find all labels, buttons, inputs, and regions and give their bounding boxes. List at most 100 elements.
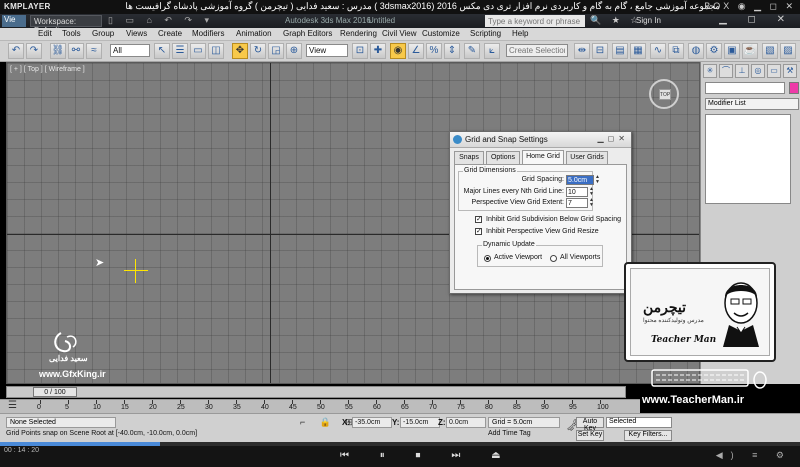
layer-icon[interactable]: ▤ bbox=[612, 43, 628, 59]
select-rotate-icon[interactable]: ↻ bbox=[250, 43, 266, 59]
menu-edit[interactable]: Edit bbox=[38, 29, 52, 38]
create-tab-icon[interactable]: ✳ bbox=[703, 64, 717, 78]
major-lines-field[interactable] bbox=[566, 187, 588, 197]
select-by-name-icon[interactable]: ☰ bbox=[172, 43, 188, 59]
undo-icon[interactable]: ↶ bbox=[8, 43, 24, 59]
grid-spacing-field[interactable] bbox=[566, 175, 594, 185]
named-selection-icon[interactable]: ⟀ bbox=[484, 43, 500, 59]
menu-civil-view[interactable]: Civil View bbox=[382, 29, 417, 38]
major-lines-spinner-icon[interactable]: ▲ ▼ bbox=[589, 187, 594, 197]
menu-graph-editors[interactable]: Graph Editors bbox=[283, 29, 332, 38]
kmplayer-window-buttons[interactable]: BOX ◉ ▁ ◻ ✕ bbox=[704, 1, 796, 12]
menu-group[interactable]: Group bbox=[92, 29, 114, 38]
viewcube[interactable]: TOP bbox=[649, 79, 679, 109]
z-coordinate-field[interactable]: 0.0cm bbox=[446, 417, 486, 428]
menu-scripting[interactable]: Scripting bbox=[470, 29, 501, 38]
menu-animation[interactable]: Animation bbox=[236, 29, 272, 38]
workspace-dropdown[interactable]: Workspace: Default bbox=[30, 15, 102, 35]
motion-tab-icon[interactable]: ◎ bbox=[751, 64, 765, 78]
x-coordinate-field[interactable]: -35.0cm bbox=[352, 417, 392, 428]
align-icon[interactable]: ⊟ bbox=[592, 43, 608, 59]
mirror-icon[interactable]: ⇹ bbox=[574, 43, 590, 59]
graphite-ribbon-icon[interactable]: ▦ bbox=[630, 43, 646, 59]
tab-user-grids[interactable]: User Grids bbox=[566, 151, 608, 164]
perspective-extent-field[interactable] bbox=[566, 198, 588, 208]
set-key-button[interactable]: Set Key bbox=[576, 430, 604, 441]
viewport-label[interactable]: [ + ] [ Top ] [ Wireframe ] bbox=[10, 66, 85, 73]
status-lock-icons[interactable]: ⌐ 🔒 ⊞ bbox=[300, 417, 359, 428]
inhibit-subdivision-label[interactable]: Inhibit Grid Subdivision Below Grid Spac… bbox=[486, 216, 621, 223]
inhibit-perspective-checkbox[interactable]: ✓ bbox=[475, 228, 482, 235]
all-viewports-radio[interactable] bbox=[550, 255, 557, 262]
key-selection-dropdown[interactable]: Selected bbox=[606, 417, 672, 428]
modifier-stack[interactable] bbox=[705, 114, 791, 204]
inhibit-subdivision-checkbox[interactable]: ✓ bbox=[475, 216, 482, 223]
perspective-extent-spinner-icon[interactable]: ▲ ▼ bbox=[589, 198, 594, 208]
search-input[interactable] bbox=[485, 15, 585, 27]
kmplayer-logo[interactable]: KMPLAYER bbox=[4, 2, 51, 11]
object-name-field[interactable] bbox=[705, 82, 785, 94]
sign-in-button[interactable]: Sign In bbox=[636, 16, 661, 25]
track-bar[interactable]: ☰ 0 5 10 15 20 25 30 35 40 45 50 55 60 65 70 75 80 85 90 95… bbox=[0, 399, 640, 413]
add-time-tag-button[interactable]: Add Time Tag bbox=[488, 430, 531, 437]
select-link-icon[interactable]: ⛓ bbox=[50, 43, 66, 59]
menu-modifiers[interactable]: Modifiers bbox=[192, 29, 224, 38]
window-crossing-icon[interactable]: ◫ bbox=[208, 43, 224, 59]
angle-snap-icon[interactable]: ∠ bbox=[408, 43, 424, 59]
select-scale-icon[interactable]: ◲ bbox=[268, 43, 284, 59]
menu-rendering[interactable]: Rendering bbox=[340, 29, 377, 38]
menu-tools[interactable]: Tools bbox=[62, 29, 81, 38]
render-setup-icon[interactable]: ⚙ bbox=[706, 43, 722, 59]
modify-tab-icon[interactable]: ⌒ bbox=[719, 64, 733, 78]
menu-views[interactable]: Views bbox=[126, 29, 147, 38]
redo-icon[interactable]: ↷ bbox=[26, 43, 42, 59]
menu-customize[interactable]: Customize bbox=[422, 29, 460, 38]
utilities-tab-icon[interactable]: ⚒ bbox=[783, 64, 797, 78]
unlink-icon[interactable]: ⚯ bbox=[68, 43, 84, 59]
manipulate-icon[interactable]: ✚ bbox=[370, 43, 386, 59]
pivot-center-icon[interactable]: ⊡ bbox=[352, 43, 368, 59]
active-viewport-radio[interactable] bbox=[484, 255, 491, 262]
inhibit-perspective-label[interactable]: Inhibit Perspective View Grid Resize bbox=[486, 228, 599, 235]
y-coordinate-field[interactable]: -15.0cm bbox=[400, 417, 440, 428]
edit-named-selection-icon[interactable]: ✎ bbox=[464, 43, 480, 59]
percent-snap-icon[interactable]: % bbox=[426, 43, 442, 59]
search-tool-icons[interactable]: 🔍 ★ ☆ bbox=[590, 15, 642, 26]
place-icon[interactable]: ⊕ bbox=[286, 43, 302, 59]
spinner-snap-icon[interactable]: ⇕ bbox=[444, 43, 460, 59]
key-filters-button[interactable]: Key Filters... bbox=[624, 430, 672, 441]
select-move-icon[interactable]: ✥ bbox=[232, 43, 248, 59]
viewcube-top-face[interactable]: TOP bbox=[659, 89, 671, 100]
kmplayer-right-controls[interactable]: ◀) ≡ ⚙ bbox=[716, 450, 792, 461]
modifier-list-dropdown[interactable]: Modifier List bbox=[705, 98, 799, 110]
rendered-frame-icon[interactable]: ▣ bbox=[724, 43, 740, 59]
rectangle-region-icon[interactable]: ▭ bbox=[190, 43, 206, 59]
select-object-icon[interactable]: ↖ bbox=[154, 43, 170, 59]
time-slider[interactable]: 0 / 100 bbox=[6, 386, 626, 398]
object-color-swatch[interactable] bbox=[789, 82, 799, 94]
display-tab-icon[interactable]: ▭ bbox=[767, 64, 781, 78]
selection-set-input[interactable] bbox=[506, 44, 568, 57]
extra-tool-icon[interactable]: ▧ bbox=[762, 43, 778, 59]
playback-progress[interactable] bbox=[0, 442, 800, 446]
tab-home-grid[interactable]: Home Grid bbox=[522, 150, 564, 164]
window-controls[interactable]: ▁ ◻ ✕ bbox=[719, 14, 794, 25]
snaps-toggle-icon[interactable]: ◉ bbox=[390, 43, 406, 59]
render-production-icon[interactable]: ☕ bbox=[742, 43, 758, 59]
all-viewports-label[interactable]: All Viewports bbox=[560, 254, 600, 261]
active-viewport-label[interactable]: Active Viewport bbox=[494, 254, 542, 261]
schematic-view-icon[interactable]: ⧉ bbox=[668, 43, 684, 59]
curve-editor-icon[interactable]: ∿ bbox=[650, 43, 666, 59]
track-bar-menu-icon[interactable]: ☰ bbox=[8, 400, 17, 411]
material-editor-icon[interactable]: ◍ bbox=[688, 43, 704, 59]
menu-create[interactable]: Create bbox=[158, 29, 182, 38]
selection-filter-dropdown[interactable]: All bbox=[110, 44, 150, 57]
tab-snaps[interactable]: Snaps bbox=[454, 151, 484, 164]
tab-options[interactable]: Options bbox=[486, 151, 520, 164]
reference-coordinate-dropdown[interactable]: View bbox=[306, 44, 348, 57]
dialog-title-bar[interactable]: Grid and Snap Settings ▁◻✕ bbox=[450, 132, 631, 148]
hierarchy-tab-icon[interactable]: ⊥ bbox=[735, 64, 749, 78]
app-menu-icon[interactable]: Vie bbox=[2, 15, 26, 27]
playback-buttons[interactable]: ⏮ ⏸ ⏹ ⏭ ⏏ bbox=[340, 450, 515, 461]
quick-access-icons[interactable]: ▯ ▭ ⌂ ↶ ↷ ▾ bbox=[108, 15, 214, 26]
